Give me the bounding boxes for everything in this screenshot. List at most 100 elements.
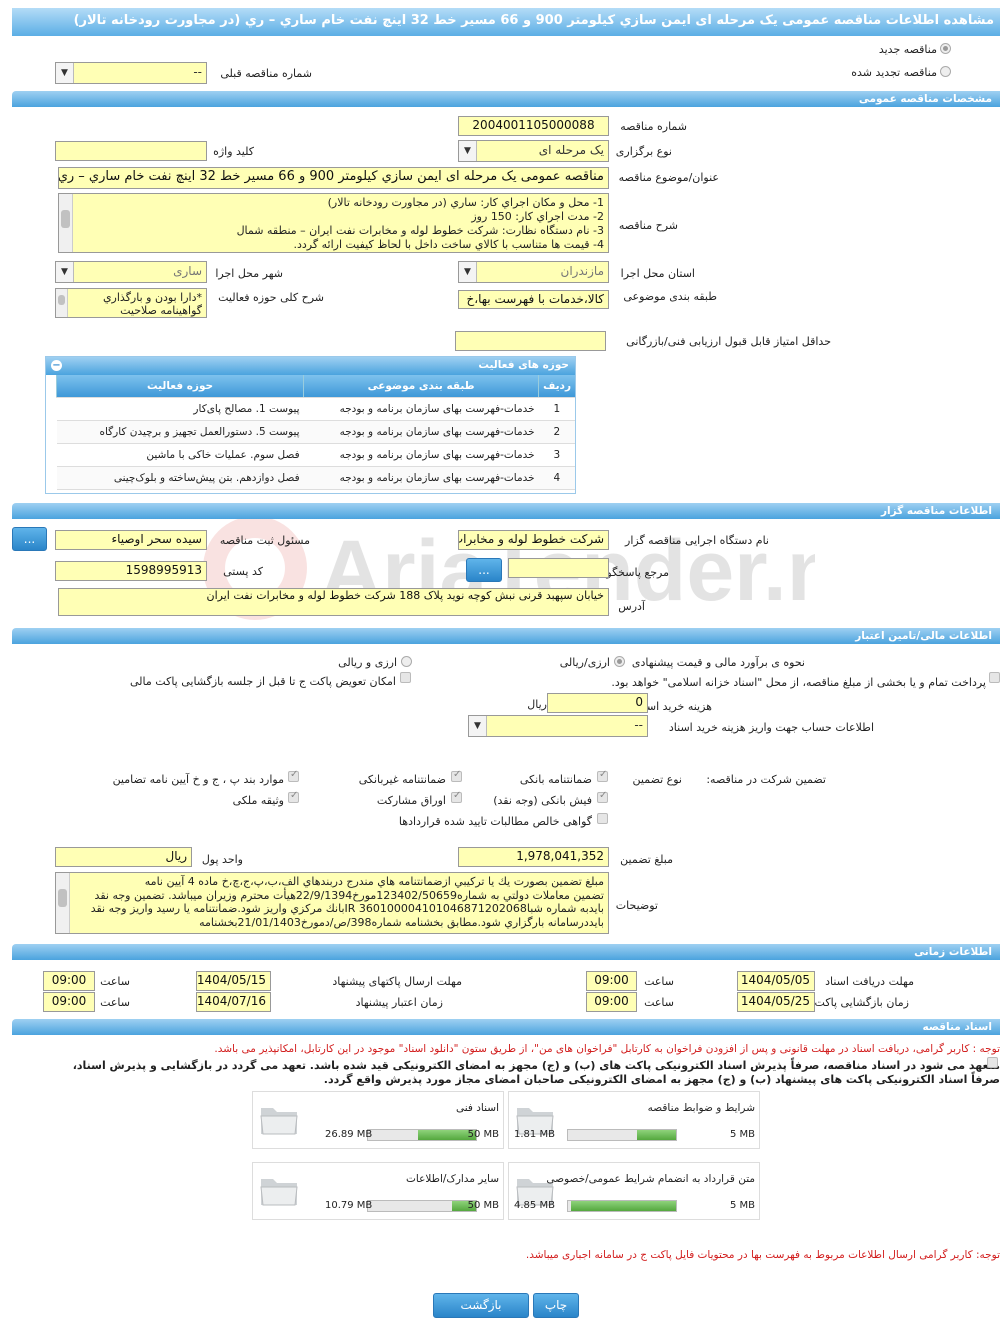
- page-title: مشاهده اطلاعات مناقصه عمومی یک مرحله ای …: [12, 8, 1000, 36]
- postal-label: کد پستی: [223, 565, 263, 578]
- description-textarea[interactable]: 1- محل و مکان اجراي کار: ساري (در مجاورت…: [58, 193, 609, 253]
- file-max-size: 5 MB: [729, 1200, 755, 1211]
- full-payment-checkbox[interactable]: [989, 672, 1000, 683]
- receive-time-label: ساعت: [644, 975, 674, 988]
- description-line: 2- مدت اجراي کار: 150 روز: [471, 210, 604, 223]
- activity-table-panel: حوزه های فعالیت − ردیف طبقه بندی موضوعی …: [45, 356, 576, 494]
- valid-date-field[interactable]: 1404/07/16: [196, 992, 271, 1012]
- tender-number-field[interactable]: 2004001105000088: [458, 116, 609, 136]
- guarantee-property-checkbox[interactable]: [288, 790, 299, 803]
- table-header-row: ردیف طبقه بندی موضوعی حوزه فعالیت: [55, 375, 575, 398]
- guarantee-label: تضمین شرکت در مناقصه:: [706, 773, 826, 786]
- row-number: 2: [538, 420, 575, 444]
- file-max-size: 50 MB: [467, 1129, 499, 1140]
- chevron-down-icon: ▼: [459, 262, 477, 282]
- province-select[interactable]: مازندران ▼: [458, 261, 609, 283]
- postal-field[interactable]: 1598995913: [55, 561, 207, 581]
- description-line: 3- نام دستگاه نظارت: شرکت خطوط لوله و مخ…: [236, 224, 604, 237]
- account-select[interactable]: -- ▼: [468, 715, 648, 737]
- guarantee-bank-checkbox[interactable]: [597, 769, 608, 782]
- file-box[interactable]: سایر مدارک/اطلاعات 10.79 MB 50 MB: [252, 1162, 504, 1220]
- file-size: 10.79 MB: [325, 1200, 373, 1211]
- notes-line: تضمین معاملات دولتي به شماره123402/50659…: [94, 888, 604, 902]
- table-row: 1 خدمات-فهرست بهای سازمان برنامه و بودجه پ…: [56, 397, 575, 421]
- ref-field[interactable]: [508, 558, 609, 578]
- file-box[interactable]: شرایط و ضوابط مناقصه 1.81 MB 5 MB: [508, 1091, 760, 1149]
- notes-line: بایددرسامانه بارگزاري شود.مطابق بخشنامه …: [199, 915, 604, 929]
- min-score-field[interactable]: [455, 331, 606, 351]
- unit-field[interactable]: ریال: [55, 847, 192, 867]
- currency-rial-radio[interactable]: [614, 656, 625, 667]
- activity-table: ردیف طبقه بندی موضوعی حوزه فعالیت 1 خدمات…: [55, 375, 575, 490]
- subject-field[interactable]: مناقصه عمومی یک مرحله ای ایمن سازي کیلوم…: [58, 167, 609, 189]
- unit-label: واحد پول: [201, 853, 243, 866]
- guarantee-nonbank-checkbox[interactable]: [451, 769, 462, 782]
- registrar-more-button[interactable]: ...: [12, 527, 47, 551]
- guarantee-items-checkbox[interactable]: [288, 769, 299, 782]
- row-category: خدمات-فهرست بهای سازمان برنامه و بودجه: [303, 420, 539, 444]
- open-label: زمان بازگشایی پاکت ها: [801, 996, 909, 1009]
- print-button[interactable]: چاپ: [533, 1293, 579, 1318]
- guarantee-bonds-checkbox[interactable]: [451, 790, 462, 803]
- hold-type-label: نوع برگزاری: [615, 145, 672, 158]
- currency-and-rial-label: ارزی و ریالی: [338, 656, 397, 669]
- guarantee-bank-label: ضمانتنامه بانکی: [519, 773, 592, 786]
- swap-envelope-text: امکان تعویض پاکت ج تا قبل از جلسه بازگشا…: [130, 675, 396, 688]
- guarantee-nonbank-label: ضمانتنامه غیربانکی: [358, 773, 446, 786]
- back-button[interactable]: بازگشت: [433, 1293, 529, 1318]
- renewed-tender-radio[interactable]: [940, 66, 951, 77]
- swap-envelope-checkbox[interactable]: [400, 672, 411, 683]
- address-label: آدرس: [618, 600, 645, 613]
- province-label: استان محل اجرا: [620, 267, 695, 280]
- hold-type-select[interactable]: یک مرحله ای ▼: [458, 140, 609, 162]
- col-header-row-number[interactable]: ردیف: [538, 375, 575, 398]
- receive-time-field[interactable]: 09:00: [586, 971, 637, 991]
- scrollbar[interactable]: [56, 873, 70, 933]
- open-time-field[interactable]: 09:00: [586, 992, 637, 1012]
- org-field[interactable]: شرکت خطوط لوله و مخابرات: [458, 530, 609, 550]
- file-name: متن قرارداد به انضمام شرایط عمومی/خصوصی: [546, 1173, 755, 1185]
- receive-date-field[interactable]: 1404/05/05: [737, 971, 815, 991]
- file-box[interactable]: اسناد فنی 26.89 MB 50 MB: [252, 1091, 504, 1149]
- file-size: 1.81 MB: [514, 1129, 555, 1140]
- category-field[interactable]: کالا،خدمات با فهرست بها،خ: [458, 290, 609, 309]
- file-box[interactable]: متن قرارداد به انضمام شرایط عمومی/خصوصی …: [508, 1162, 760, 1220]
- open-time-label: ساعت: [644, 996, 674, 1009]
- address-field[interactable]: خیابان سپهبد قرنی نبش کوچه نوید پلاک 188…: [58, 588, 609, 616]
- collapse-icon[interactable]: −: [51, 360, 62, 371]
- guarantee-claims-checkbox[interactable]: [597, 813, 608, 824]
- send-date-field[interactable]: 1404/05/15: [196, 971, 271, 991]
- file-size-bar: [367, 1200, 477, 1212]
- row-number: 3: [538, 443, 575, 467]
- scrollbar[interactable]: [59, 194, 73, 252]
- commitment-checkbox[interactable]: [987, 1057, 998, 1068]
- valid-time-field[interactable]: 09:00: [43, 992, 95, 1012]
- activity-textarea[interactable]: *دارا بودن و بارگذاري گواهینامه صلاحیت: [55, 288, 207, 318]
- chevron-down-icon: ▼: [469, 716, 487, 736]
- col-header-category[interactable]: طبقه بندی موضوعی: [303, 375, 539, 398]
- file-name: شرایط و ضوابط مناقصه: [647, 1102, 755, 1114]
- guarantee-claims-label: گواهی خالص مطالبات تایید شده قراردادها: [398, 815, 592, 828]
- notes-textarea[interactable]: مبلغ تضمین بصورت یك یا تركیبي ازضمانتنام…: [55, 872, 609, 934]
- col-header-field[interactable]: حوزه فعالیت: [55, 375, 304, 398]
- doc-fee-field[interactable]: 0: [547, 693, 648, 713]
- valid-label: زمان اعتبار پیشنهاد: [355, 996, 443, 1009]
- section-documents: اسناد مناقصه: [12, 1019, 1000, 1035]
- prev-number-select[interactable]: -- ▼: [55, 62, 207, 84]
- subject-label: عنوان/موضوع مناقصه: [618, 171, 719, 184]
- prev-number-label: شماره مناقصه قبلی: [220, 67, 312, 80]
- new-tender-label: مناقصه جدید: [878, 43, 937, 56]
- ref-more-button[interactable]: ...: [466, 558, 502, 582]
- currency-and-rial-radio[interactable]: [401, 656, 412, 667]
- registrar-field[interactable]: سیده سحر اوصیاء: [55, 530, 207, 550]
- scrollbar[interactable]: [56, 289, 68, 317]
- file-size-bar: [367, 1129, 477, 1141]
- open-date-field[interactable]: 1404/05/25: [737, 992, 815, 1012]
- keyword-field[interactable]: [55, 141, 207, 161]
- city-select[interactable]: ساری ▼: [55, 261, 207, 283]
- send-time-field[interactable]: 09:00: [43, 971, 95, 991]
- guarantee-cash-checkbox[interactable]: [597, 790, 608, 803]
- doc-fee-unit: ریال: [527, 698, 547, 711]
- new-tender-radio[interactable]: [940, 43, 951, 54]
- amount-field[interactable]: 1,978,041,352: [458, 847, 609, 867]
